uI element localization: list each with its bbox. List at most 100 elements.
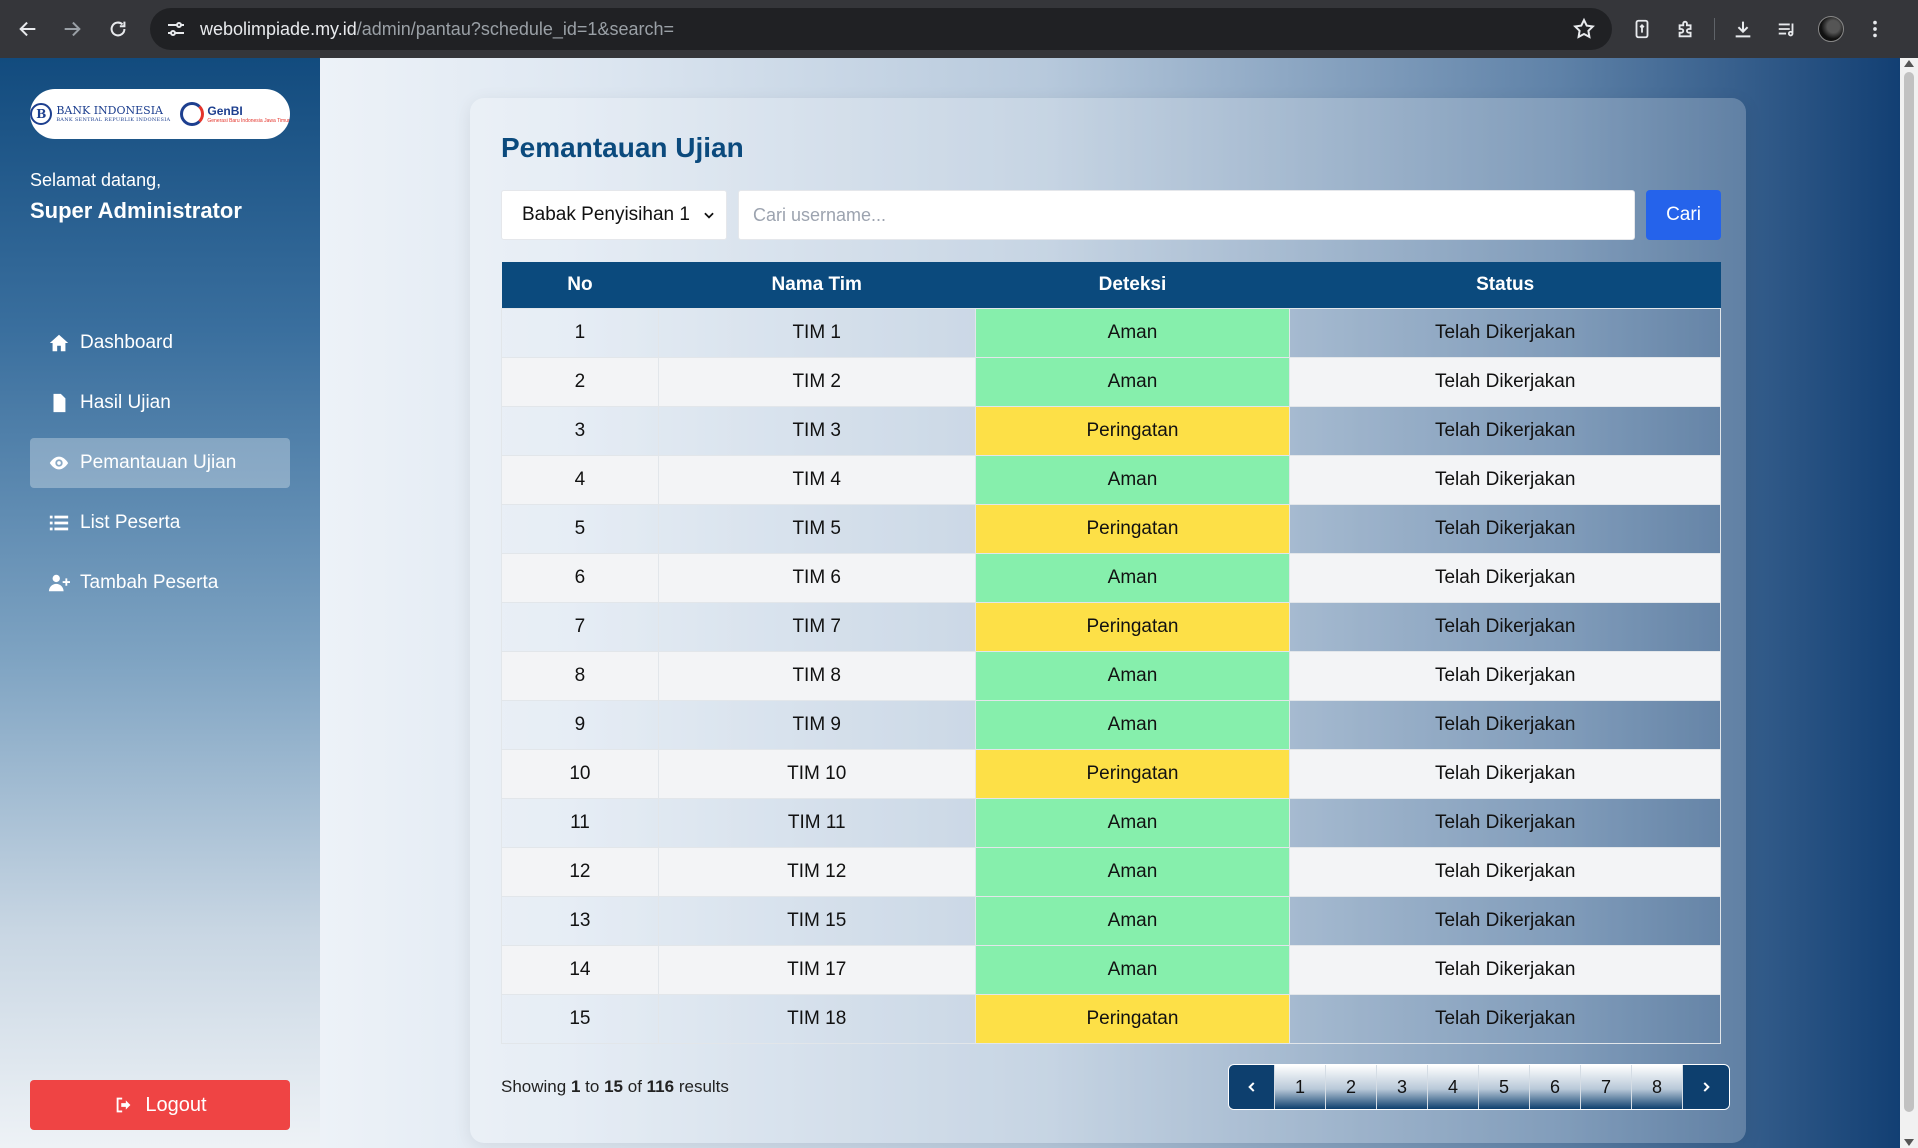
menu-kebab-icon[interactable] [1853,7,1897,51]
cell-deteksi: Aman [974,307,1291,358]
cell-nama-tim: TIM 5 [657,503,976,554]
scroll-down-icon[interactable] [1904,1139,1914,1146]
cell-deteksi: Aman [974,846,1291,897]
table-row: 6 TIM 6 Aman Telah Dikerjakan [501,552,1721,603]
sidebar-item-tambah-peserta[interactable]: Tambah Peserta [30,558,290,608]
forward-icon[interactable] [50,7,94,51]
cell-status: Telah Dikerjakan [1289,405,1721,456]
reload-icon[interactable] [96,7,140,51]
pagination-summary: Showing 1 to 15 of 116 results [501,1077,729,1096]
table-row: 3 TIM 3 Peringatan Telah Dikerjakan [501,405,1721,456]
table-row: 14 TIM 17 Aman Telah Dikerjakan [501,944,1721,995]
cell-status: Telah Dikerjakan [1289,601,1721,652]
cell-deteksi: Peringatan [974,503,1291,554]
table-row: 7 TIM 7 Peringatan Telah Dikerjakan [501,601,1721,652]
welcome-text: Selamat datang, [30,170,162,190]
sidebar-item-pemantauan-ujian[interactable]: Pemantauan Ujian [30,438,290,488]
cell-deteksi: Aman [974,797,1291,848]
cell-deteksi: Peringatan [974,748,1291,799]
page-title: Pemantauan Ujian [501,132,744,163]
cell-deteksi: Aman [974,650,1291,701]
page-button-7[interactable]: 7 [1581,1065,1632,1109]
site-info-icon[interactable] [164,17,188,41]
table-header-row: No Nama Tim Deteksi Status [501,262,1721,308]
cell-no: 5 [501,503,659,554]
cell-no: 9 [501,699,659,750]
column-header-nama-tim: Nama Tim [658,262,976,308]
genbi-logo: GenBI Generasi Baru Indonesia Jawa Timur [180,102,290,126]
next-page-button[interactable] [1683,1065,1729,1109]
table-row: 1 TIM 1 Aman Telah Dikerjakan [501,307,1721,358]
address-bar[interactable]: webolimpiade.my.id/admin/pantau?schedule… [150,8,1612,50]
sidebar-item-dashboard[interactable]: Dashboard [30,318,290,368]
sidebar-item-hasil-ujian[interactable]: Hasil Ujian [30,378,290,428]
cell-no: 3 [501,405,659,456]
media-control-icon[interactable] [1765,7,1809,51]
table-row: 13 TIM 15 Aman Telah Dikerjakan [501,895,1721,946]
cell-deteksi: Aman [974,552,1291,603]
scrollbar-thumb[interactable] [1904,72,1914,1112]
cell-no: 14 [501,944,659,995]
download-icon[interactable] [1721,7,1765,51]
cell-deteksi: Aman [974,895,1291,946]
cell-no: 8 [501,650,659,701]
bookmark-star-icon[interactable] [1572,17,1596,41]
sidebar-menu: Dashboard Hasil Ujian Pemantauan Ujian L… [30,318,290,618]
cell-deteksi: Aman [974,944,1291,995]
cell-nama-tim: TIM 9 [657,699,976,750]
cell-deteksi: Peringatan [974,993,1291,1044]
cell-nama-tim: TIM 18 [657,993,976,1044]
cell-status: Telah Dikerjakan [1289,503,1721,554]
cell-deteksi: Aman [974,356,1291,407]
cell-status: Telah Dikerjakan [1289,797,1721,848]
cell-status: Telah Dikerjakan [1289,356,1721,407]
cell-status: Telah Dikerjakan [1289,944,1721,995]
cell-nama-tim: TIM 2 [657,356,976,407]
page-button-6[interactable]: 6 [1530,1065,1581,1109]
eye-icon [49,456,69,470]
cell-nama-tim: TIM 15 [657,895,976,946]
chevron-left-icon [1247,1082,1254,1092]
page-button-5[interactable]: 5 [1479,1065,1530,1109]
column-header-deteksi: Deteksi [975,262,1290,308]
cell-nama-tim: TIM 11 [657,797,976,848]
page-button-1[interactable]: 1 [1275,1065,1326,1109]
scroll-up-icon[interactable] [1904,60,1914,67]
previous-page-button[interactable] [1229,1065,1275,1109]
bank-indonesia-logo: B BANK INDONESIA BANK SENTRAL REPUBLIK IN… [30,103,170,125]
cell-status: Telah Dikerjakan [1289,993,1721,1044]
chevron-right-icon [1703,1082,1710,1092]
search-button[interactable]: Cari [1646,190,1721,240]
page-button-8[interactable]: 8 [1632,1065,1683,1109]
page-button-3[interactable]: 3 [1377,1065,1428,1109]
cell-no: 11 [501,797,659,848]
back-icon[interactable] [6,7,50,51]
schedule-select[interactable]: Babak Penyisihan 1 [501,190,727,240]
cell-deteksi: Peringatan [974,405,1291,456]
cell-no: 6 [501,552,659,603]
pagination: 1 2 3 4 5 6 7 8 [1228,1064,1730,1110]
sidebar: B BANK INDONESIA BANK SENTRAL REPUBLIK IN… [0,58,320,1148]
cell-status: Telah Dikerjakan [1289,552,1721,603]
search-input[interactable] [738,190,1635,240]
extension-icon[interactable] [1620,7,1664,51]
profile-avatar[interactable] [1809,7,1853,51]
table-row: 10 TIM 10 Peringatan Telah Dikerjakan [501,748,1721,799]
cell-no: 13 [501,895,659,946]
table-row: 5 TIM 5 Peringatan Telah Dikerjakan [501,503,1721,554]
logout-button[interactable]: Logout [30,1080,290,1130]
sidebar-item-list-peserta[interactable]: List Peserta [30,498,290,548]
cell-nama-tim: TIM 7 [657,601,976,652]
cell-no: 4 [501,454,659,505]
page-scrollbar[interactable] [1900,58,1918,1148]
cell-status: Telah Dikerjakan [1289,699,1721,750]
monitoring-table: No Nama Tim Deteksi Status 1 TIM 1 Aman Tel… [501,262,1721,1044]
page-button-2[interactable]: 2 [1326,1065,1377,1109]
cell-nama-tim: TIM 17 [657,944,976,995]
cell-nama-tim: TIM 3 [657,405,976,456]
home-icon [49,334,69,352]
puzzle-extensions-icon[interactable] [1664,7,1708,51]
page-button-4[interactable]: 4 [1428,1065,1479,1109]
cell-status: Telah Dikerjakan [1289,307,1721,358]
table-row: 2 TIM 2 Aman Telah Dikerjakan [501,356,1721,407]
